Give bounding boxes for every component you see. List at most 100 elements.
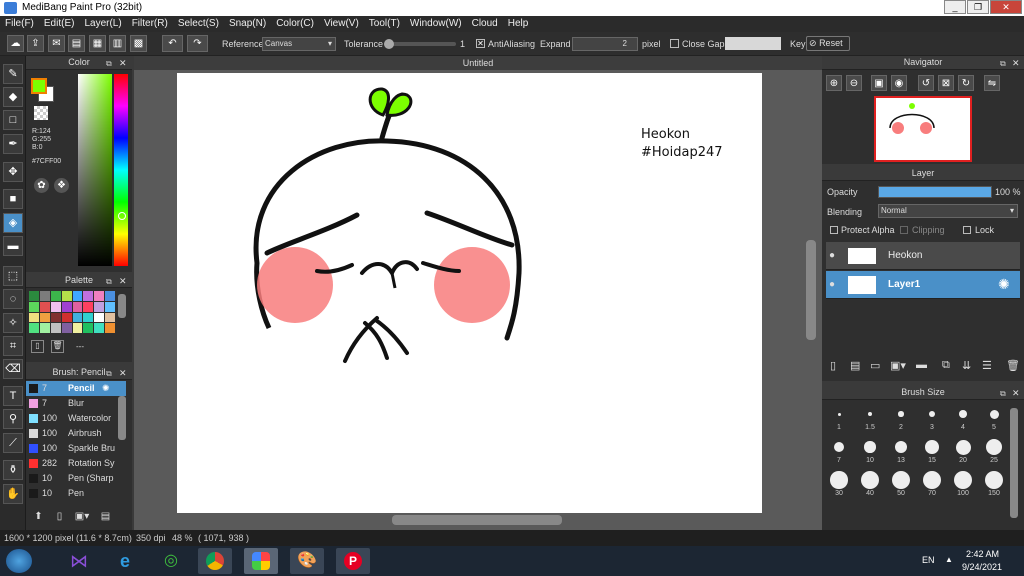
palette-swatch[interactable] bbox=[105, 312, 115, 323]
pen-tool-icon[interactable]: ✒ bbox=[3, 134, 23, 154]
palette-swatch[interactable] bbox=[72, 323, 83, 333]
close-panel-icon[interactable]: ✕ bbox=[119, 276, 127, 287]
layer-row-selected[interactable]: ● Layer1 ✺ bbox=[826, 271, 1020, 299]
palette-swatch[interactable] bbox=[50, 301, 61, 312]
close-panel-icon[interactable]: ✕ bbox=[119, 368, 127, 379]
dot-tool-icon[interactable]: □ bbox=[3, 110, 23, 130]
merge-layer-icon[interactable]: ⇊ bbox=[962, 359, 971, 372]
add-layer-menu-icon[interactable]: ▣▾ bbox=[890, 359, 906, 372]
vertical-scrollbar[interactable] bbox=[806, 240, 816, 340]
bucket-tool-icon[interactable]: ◈ bbox=[3, 213, 23, 233]
undo-icon[interactable]: ↶ bbox=[162, 35, 183, 52]
palette-swatch[interactable] bbox=[39, 323, 50, 333]
menu-file[interactable]: File(F) bbox=[0, 16, 39, 32]
saturation-value-picker[interactable] bbox=[78, 74, 112, 266]
navigator-preview[interactable] bbox=[874, 96, 972, 162]
document-icon[interactable]: ▦ bbox=[89, 35, 106, 52]
brush-size-option[interactable]: 2 bbox=[886, 404, 916, 434]
palette-swatch[interactable] bbox=[61, 291, 72, 301]
menu-color[interactable]: Color(C) bbox=[271, 16, 319, 32]
start-button[interactable] bbox=[6, 549, 32, 573]
internet-explorer-icon[interactable]: e bbox=[108, 548, 142, 574]
layer-row[interactable]: ● Heokon bbox=[826, 242, 1020, 270]
wechat-icon[interactable]: ◎ bbox=[154, 548, 188, 574]
reference-select[interactable]: Canvas ▾ bbox=[262, 37, 336, 51]
menu-window[interactable]: Window(W) bbox=[405, 16, 467, 32]
palette-swatch[interactable] bbox=[29, 312, 39, 323]
move-tool-icon[interactable]: ✥ bbox=[3, 162, 23, 182]
brush-item[interactable]: 10 Pen bbox=[26, 486, 126, 501]
brush-size-option[interactable]: 10 bbox=[855, 437, 885, 467]
operation-tool-icon[interactable]: ⚲ bbox=[3, 409, 23, 429]
opacity-slider[interactable] bbox=[878, 186, 992, 198]
brush-size-option[interactable]: 5 bbox=[979, 404, 1009, 434]
palette-swatch[interactable] bbox=[83, 312, 94, 323]
share-icon[interactable]: ⇪ bbox=[27, 35, 44, 52]
tray-arrow-icon[interactable]: ▲ bbox=[945, 555, 953, 564]
brush-menu-icon[interactable]: ▣▾ bbox=[72, 511, 92, 525]
foreground-color-swatch[interactable] bbox=[31, 78, 47, 94]
palette-swatch[interactable] bbox=[39, 312, 50, 323]
gradient-tool-icon[interactable]: ▬ bbox=[3, 236, 23, 256]
palette-swatch[interactable] bbox=[72, 291, 83, 301]
flip-icon[interactable]: ⇋ bbox=[984, 75, 1000, 91]
palette-swatch[interactable] bbox=[105, 291, 115, 301]
menu-help[interactable]: Help bbox=[503, 16, 534, 32]
palette-swatch[interactable] bbox=[94, 312, 105, 323]
brush-size-option[interactable]: 70 bbox=[917, 470, 947, 500]
clock-date[interactable]: 9/24/2021 bbox=[962, 562, 1002, 572]
undock-icon[interactable]: ⧉ bbox=[1000, 59, 1006, 69]
brush-item[interactable]: 100 Watercolor bbox=[26, 411, 126, 426]
brush-item[interactable]: 282 Rotation Sy bbox=[26, 456, 126, 471]
folder-icon[interactable]: ▬ bbox=[916, 359, 927, 371]
select-tool-icon[interactable]: ⬚ bbox=[3, 266, 23, 286]
fill-shape-tool-icon[interactable]: ■ bbox=[3, 189, 23, 209]
eraser-tool-icon[interactable]: ◆ bbox=[3, 87, 23, 107]
maximize-button[interactable]: ❐ bbox=[967, 0, 989, 14]
menu-select[interactable]: Select(S) bbox=[173, 16, 224, 32]
zoom-in-icon[interactable]: ⊕ bbox=[826, 75, 842, 91]
brush-size-option[interactable]: 1 bbox=[824, 404, 854, 434]
palette-swatch[interactable] bbox=[39, 291, 50, 301]
rotate-left-icon[interactable]: ↺ bbox=[918, 75, 934, 91]
hand-tool-icon[interactable]: ✋ bbox=[3, 484, 23, 504]
brush-size-option[interactable]: 20 bbox=[948, 437, 978, 467]
palette-swatch[interactable] bbox=[61, 323, 72, 333]
select-eraser-icon[interactable]: ⌫ bbox=[3, 359, 23, 379]
brush-size-option[interactable]: 13 bbox=[886, 437, 916, 467]
palette-swatch[interactable] bbox=[105, 301, 115, 312]
palette-swatch[interactable] bbox=[50, 291, 61, 301]
protect-alpha-checkbox[interactable] bbox=[830, 226, 838, 234]
menu-filter[interactable]: Filter(R) bbox=[127, 16, 173, 32]
palette-swatch[interactable] bbox=[83, 323, 94, 333]
minimize-button[interactable]: _ bbox=[944, 0, 966, 14]
paint-icon[interactable]: 🎨 bbox=[290, 548, 324, 574]
close-panel-icon[interactable]: ✕ bbox=[119, 58, 127, 69]
transparent-swatch[interactable] bbox=[34, 106, 48, 120]
text-tool-icon[interactable]: T bbox=[3, 386, 23, 406]
palette-swatch[interactable] bbox=[72, 301, 83, 312]
palette-swatch[interactable] bbox=[94, 301, 105, 312]
undock-icon[interactable]: ⧉ bbox=[106, 59, 112, 69]
new-palette-icon[interactable]: ▯ bbox=[31, 340, 44, 353]
menu-cloud[interactable]: Cloud bbox=[467, 16, 503, 32]
expand-input[interactable]: 2 bbox=[572, 37, 638, 51]
grid-icon[interactable]: ▩ bbox=[130, 35, 147, 52]
undock-icon[interactable]: ⧉ bbox=[106, 277, 112, 287]
palette-swatch[interactable] bbox=[29, 323, 39, 333]
slider-thumb[interactable] bbox=[384, 39, 394, 49]
menu-edit[interactable]: Edit(E) bbox=[39, 16, 80, 32]
gear-icon[interactable]: ✺ bbox=[998, 276, 1010, 293]
brush-size-option[interactable]: 15 bbox=[917, 437, 947, 467]
tolerance-slider[interactable] bbox=[384, 39, 456, 49]
menu-tool[interactable]: Tool(T) bbox=[364, 16, 405, 32]
blending-select[interactable]: Normal ▾ bbox=[878, 204, 1018, 218]
new-brush-icon[interactable]: ▯ bbox=[52, 511, 67, 525]
brush-size-option[interactable]: 100 bbox=[948, 470, 978, 500]
brush-scrollbar[interactable] bbox=[118, 396, 126, 440]
palette-scrollbar[interactable] bbox=[118, 294, 126, 318]
palette-swatch[interactable] bbox=[94, 291, 105, 301]
palette-swatch[interactable] bbox=[50, 312, 61, 323]
redo-icon[interactable]: ↷ bbox=[187, 35, 208, 52]
lock-checkbox[interactable] bbox=[963, 226, 971, 234]
